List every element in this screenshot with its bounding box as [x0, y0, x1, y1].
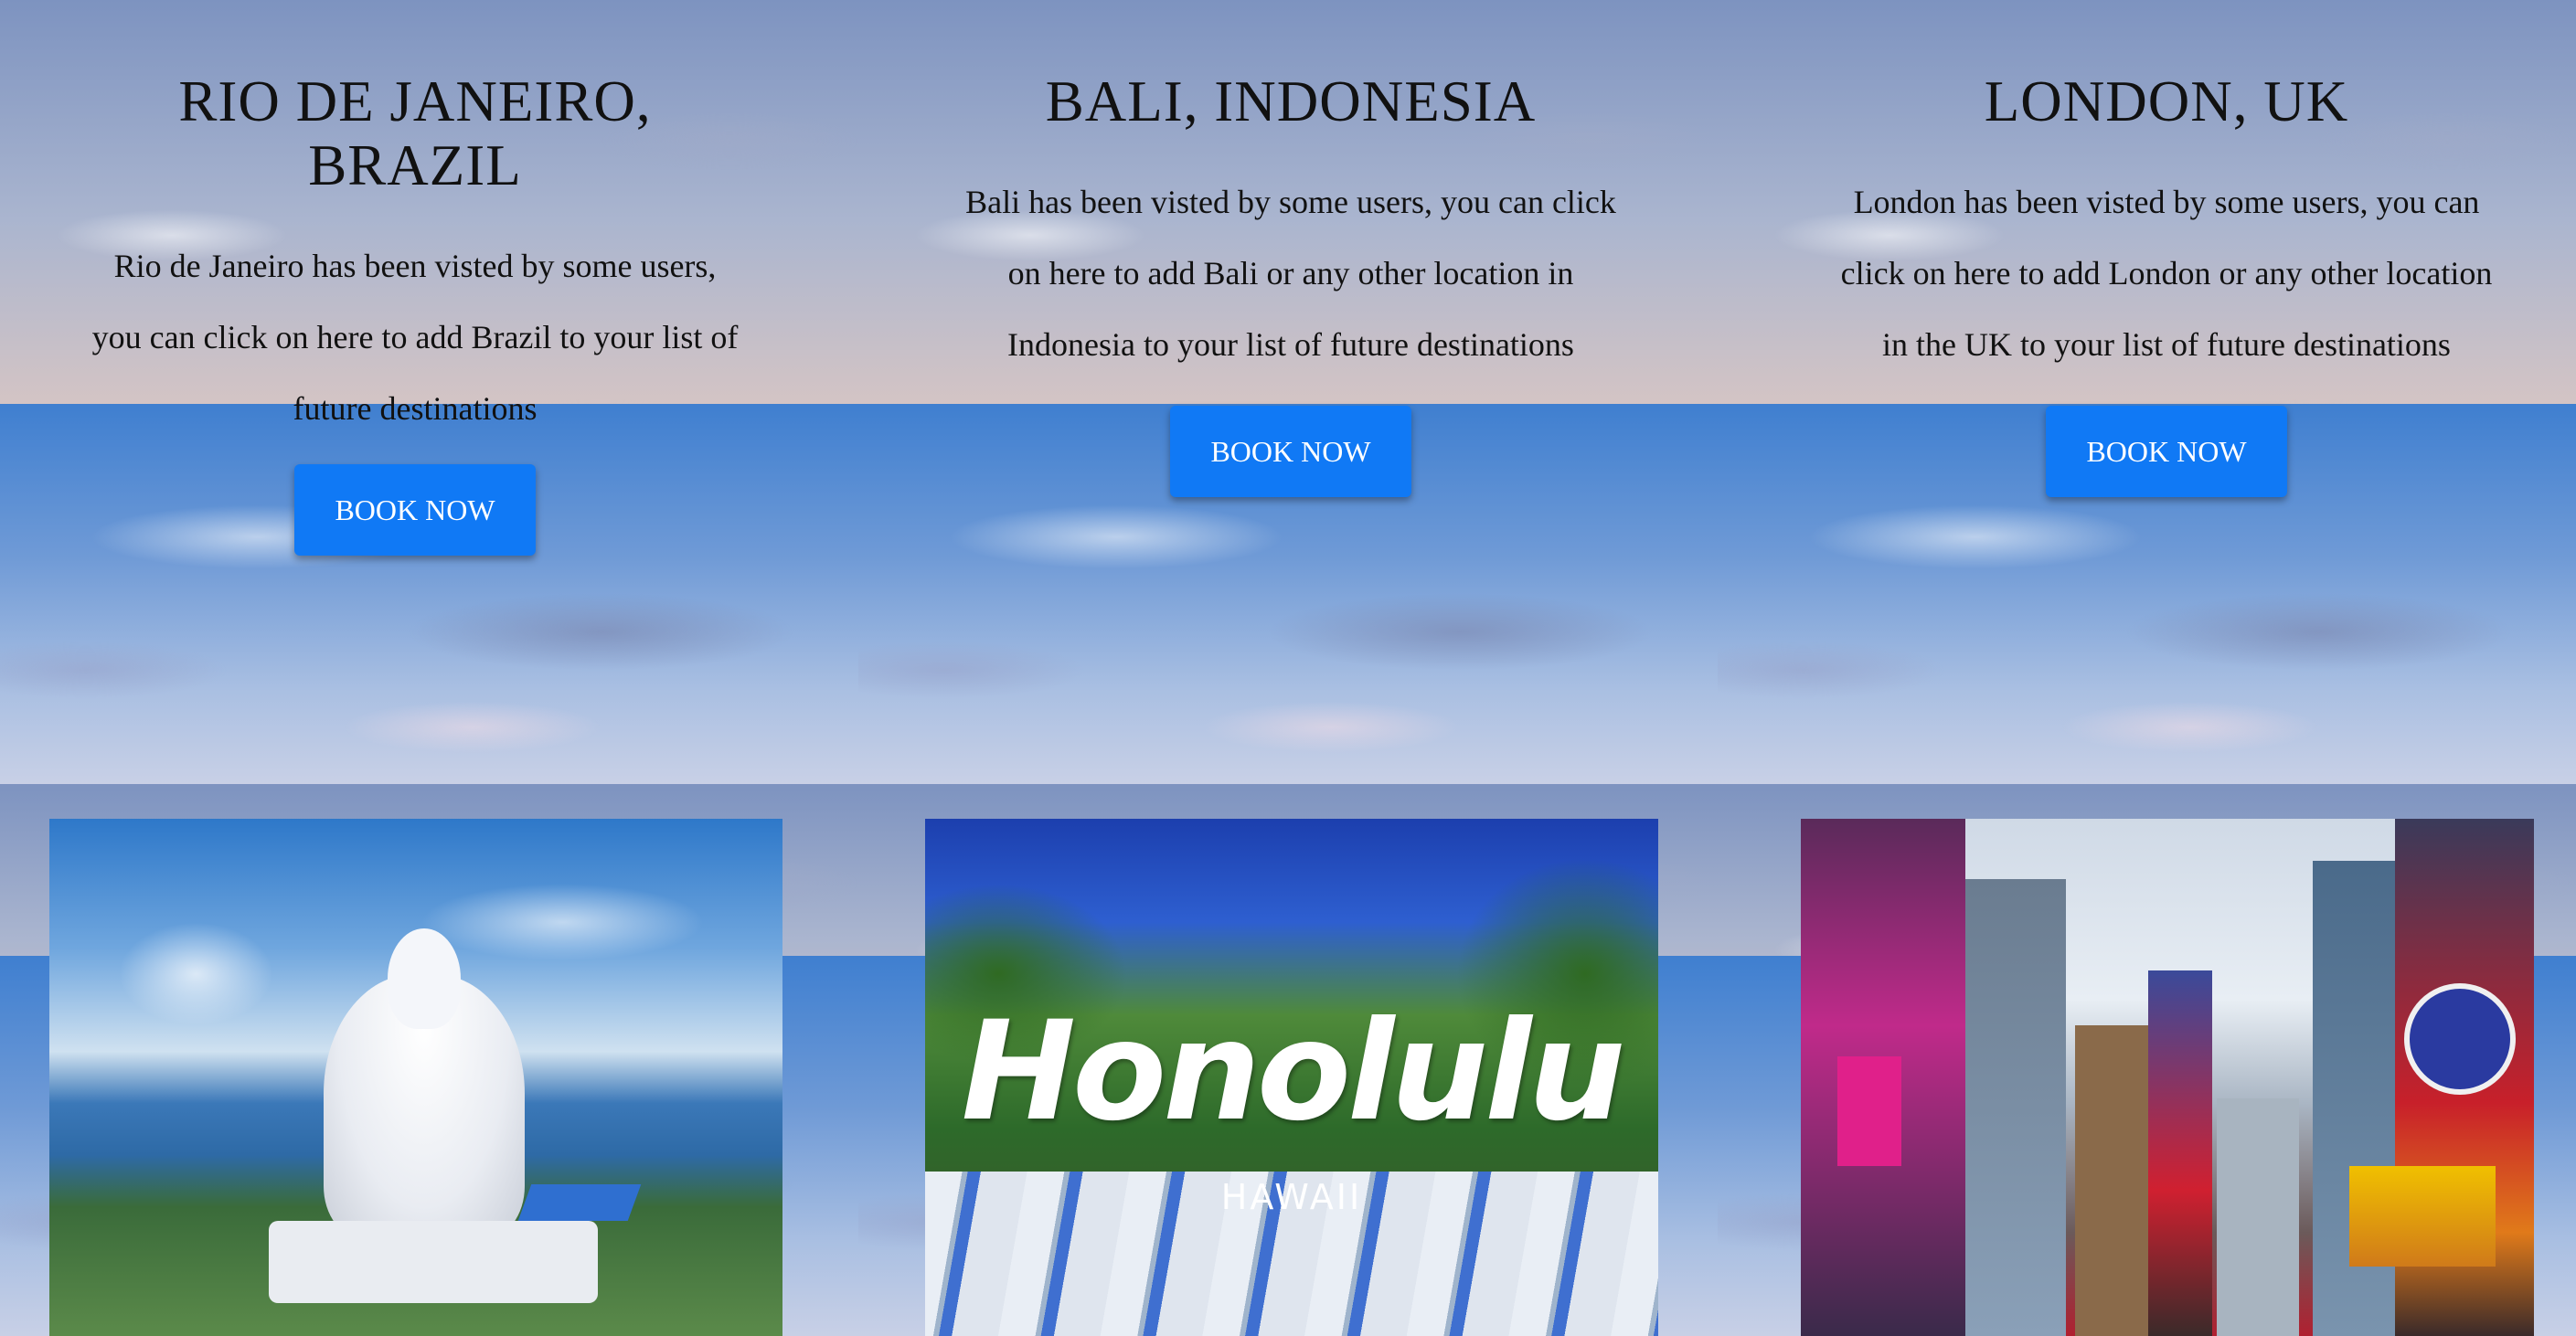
times-square-photo — [1801, 819, 2534, 1336]
statue-base — [269, 1221, 598, 1303]
destination-title: RIO DE JANEIRO, BRAZIL — [0, 69, 845, 197]
building — [2148, 970, 2212, 1336]
billboard — [2349, 1166, 2496, 1267]
honolulu-lettering: Honolulu — [961, 992, 1626, 1151]
billboard — [2404, 983, 2516, 1095]
building — [2217, 1098, 2299, 1336]
book-now-button[interactable]: BOOK NOW — [294, 464, 536, 556]
statue-head — [388, 928, 461, 1029]
book-now-button[interactable]: BOOK NOW — [2046, 406, 2287, 497]
temple-roof — [517, 1184, 642, 1221]
honolulu-photo: Honolulu HAWAII — [925, 819, 1658, 1336]
building — [1965, 879, 2066, 1336]
destination-description: Rio de Janeiro has been visted by some u… — [91, 248, 739, 427]
destination-card-rio: RIO DE JANEIRO, BRAZIL Rio de Janeiro ha… — [0, 0, 845, 556]
destination-description: Bali has been visted by some users, you … — [965, 184, 1616, 363]
buddha-statue-photo — [49, 819, 782, 1336]
destination-card-london: LONDON, UK London has been visted by som… — [1737, 0, 2576, 497]
destination-title-line1: RIO DE JANEIRO, — [178, 69, 652, 133]
destination-card-bali: BALI, INDONESIA Bali has been visted by … — [861, 0, 1720, 497]
destination-title: LONDON, UK — [1984, 69, 2349, 133]
destination-title: BALI, INDONESIA — [1045, 69, 1537, 133]
book-now-button[interactable]: BOOK NOW — [1170, 406, 1411, 497]
billboard — [1837, 1056, 1901, 1166]
hawaii-lettering: HAWAII — [1220, 1177, 1363, 1217]
building — [2075, 1025, 2148, 1336]
destination-title-line2: BRAZIL — [308, 133, 522, 197]
destination-description: London has been visted by some users, yo… — [1840, 184, 2493, 363]
